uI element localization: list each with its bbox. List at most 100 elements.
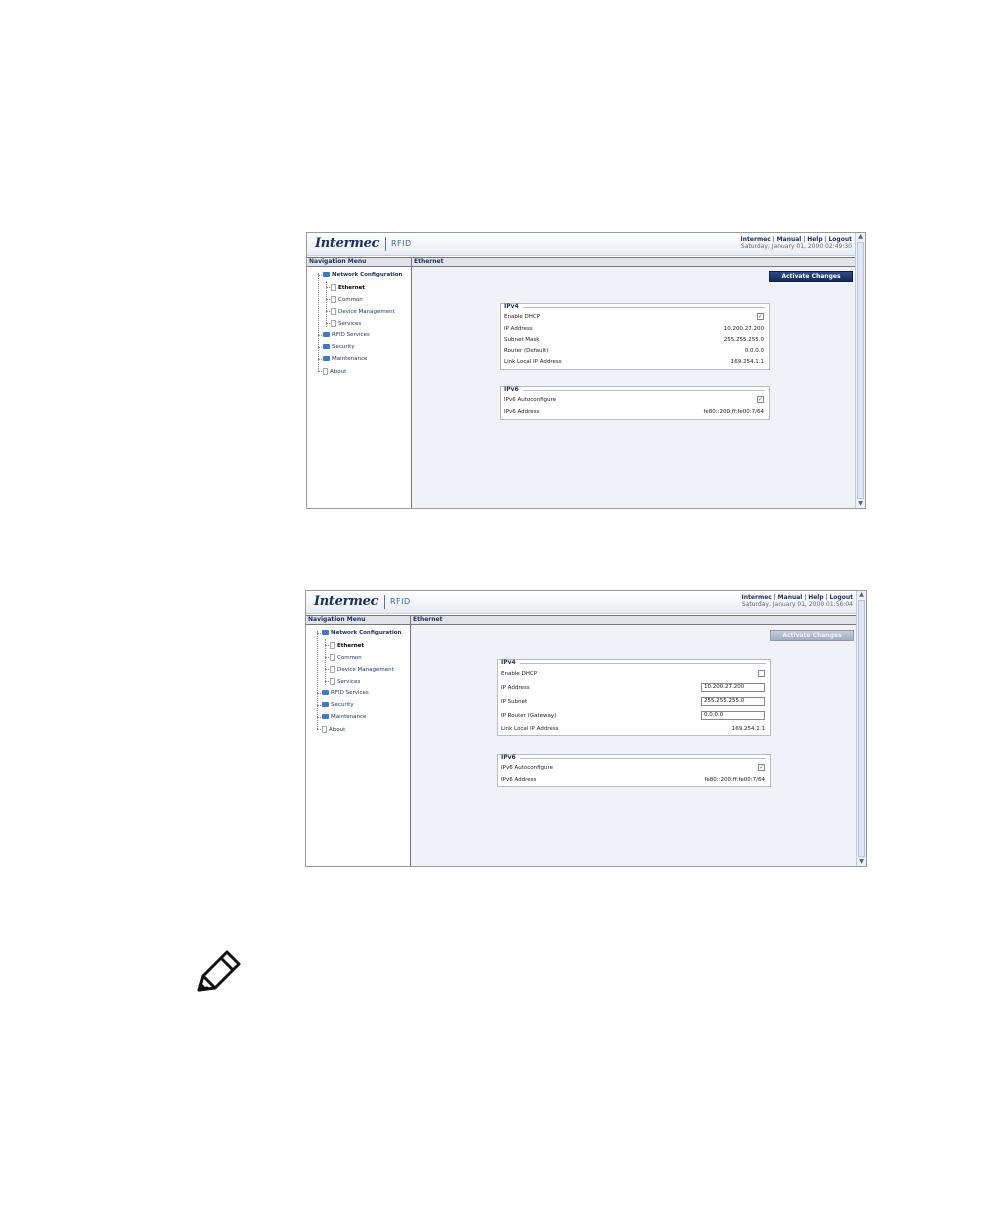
datetime-display: Saturday, January 01, 2000 02:49:30	[740, 243, 852, 250]
navigation-tree: Network Configuration Ethernet Common De…	[307, 267, 412, 508]
ip-router-field[interactable]: 0.0.0.0	[701, 711, 765, 720]
subnet-row: IP Subnet 255.255.255.0	[501, 697, 765, 706]
link-local-value: 169.254.1.1	[731, 726, 765, 732]
intermec-link[interactable]: Intermec	[741, 236, 771, 243]
ipv6-group: IPv6 IPv6 Autoconfigure ✓ IPv6 Address f…	[500, 386, 770, 420]
link-local-value: 169.254.1.1	[730, 359, 764, 365]
header-links: Intermec | Manual | Help | Logout Saturd…	[740, 236, 852, 250]
nav-item-ethernet[interactable]: Ethernet	[331, 284, 365, 292]
scroll-thumb[interactable]	[857, 242, 864, 499]
activate-changes-button[interactable]: Activate Changes	[770, 630, 854, 641]
app-header: Intermec RFID Intermec | Manual | Help |…	[306, 591, 857, 614]
enable-dhcp-checkbox[interactable]: ✓	[757, 313, 764, 320]
logout-link[interactable]: Logout	[829, 594, 853, 601]
nav-item-security[interactable]: Security	[322, 702, 354, 709]
ipv6-autoconfig-checkbox[interactable]: ✓	[758, 764, 765, 771]
vertical-scrollbar[interactable]: ▲ ▼	[855, 233, 865, 508]
vertical-scrollbar[interactable]: ▲ ▼	[856, 591, 866, 866]
scroll-up-icon[interactable]: ▲	[857, 591, 866, 599]
folder-icon	[322, 702, 329, 707]
intermec-logo: Intermec	[315, 236, 380, 251]
rfid-product-label: RFID	[391, 239, 412, 248]
navigation-tree: Network Configuration Ethernet Common De…	[306, 625, 411, 866]
router-value: 0.0.0.0	[744, 348, 764, 354]
ipv6-address-row: IPv6 Address fe80::200:ff:fe00:7/64	[504, 409, 764, 415]
pane-header-bar: Navigation Menu Ethernet	[306, 615, 857, 625]
ipv6-title: IPv6	[501, 754, 516, 761]
router-row: IP Router (Gateway) 0.0.0.0	[501, 711, 765, 720]
navigation-menu-heading: Navigation Menu	[308, 616, 366, 623]
subnet-value: 255.255.255.0	[723, 337, 764, 343]
router-row: Router (Default) 0.0.0.0	[504, 348, 764, 354]
ipv6-group: IPv6 IPv6 Autoconfigure ✓ IPv6 Address f…	[497, 754, 771, 787]
datetime-display: Saturday, January 01, 2000 01:56:04	[741, 601, 853, 608]
ipv6-address-value: fe80::200:ff:fe00:7/64	[703, 409, 764, 415]
enable-dhcp-row: Enable DHCP	[501, 670, 765, 678]
page-title: Ethernet	[414, 258, 444, 265]
ipv6-title: IPv6	[504, 386, 519, 393]
folder-icon	[323, 272, 330, 277]
ipv4-title: IPv4	[501, 659, 516, 666]
app-header: Intermec RFID Intermec | Manual | Help |…	[307, 233, 856, 256]
nav-item-rfid-services[interactable]: RFID Services	[323, 332, 370, 339]
folder-icon	[322, 630, 329, 635]
ip-subnet-field[interactable]: 255.255.255.0	[701, 697, 765, 706]
logo-divider	[385, 237, 386, 251]
ipv4-group: IPv4 Enable DHCP IP Address 10.200.27.20…	[497, 659, 771, 736]
ip-address-row: IP Address 10.200.27.200	[504, 326, 764, 332]
screenshot-dhcp-disabled: Intermec RFID Intermec | Manual | Help |…	[305, 590, 867, 867]
nav-item-common[interactable]: Common	[331, 296, 363, 304]
nav-item-network-configuration[interactable]: Network Configuration	[323, 272, 402, 279]
logo-divider	[384, 595, 385, 609]
ipv6-autoconfig-checkbox[interactable]: ✓	[757, 396, 764, 403]
folder-icon	[323, 344, 330, 349]
ipv6-address-value: fe80::200:ff:fe00:7/64	[704, 777, 765, 783]
scroll-down-icon[interactable]: ▼	[857, 858, 866, 866]
nav-item-device-management[interactable]: Device Management	[331, 308, 395, 316]
nav-item-security[interactable]: Security	[323, 344, 355, 351]
ip-address-field[interactable]: 10.200.27.200	[701, 683, 765, 692]
manual-link[interactable]: Manual	[777, 236, 802, 243]
folder-icon	[322, 714, 329, 719]
ip-address-row: IP Address 10.200.27.200	[501, 683, 765, 692]
rfid-product-label: RFID	[390, 597, 411, 606]
nav-item-services[interactable]: Services	[331, 320, 361, 328]
activate-changes-button[interactable]: Activate Changes	[769, 271, 853, 282]
nav-item-device-management[interactable]: Device Management	[330, 666, 394, 674]
help-link[interactable]: Help	[808, 594, 823, 601]
intermec-logo: Intermec	[314, 594, 379, 609]
nav-item-about[interactable]: About	[323, 368, 346, 376]
ipv4-group: IPv4 Enable DHCP ✓ IP Address 10.200.27.…	[500, 303, 770, 370]
page-title: Ethernet	[413, 616, 443, 623]
help-link[interactable]: Help	[807, 236, 822, 243]
nav-item-rfid-services[interactable]: RFID Services	[322, 690, 369, 697]
logout-link[interactable]: Logout	[828, 236, 852, 243]
manual-link[interactable]: Manual	[778, 594, 803, 601]
nav-item-maintenance[interactable]: Maintenance	[322, 714, 366, 721]
scroll-up-icon[interactable]: ▲	[856, 233, 865, 241]
page-icon	[322, 726, 327, 733]
scroll-down-icon[interactable]: ▼	[856, 500, 865, 508]
nav-item-services[interactable]: Services	[330, 678, 360, 686]
screenshot-dhcp-enabled: Intermec RFID Intermec | Manual | Help |…	[306, 232, 866, 509]
page-icon	[323, 368, 328, 375]
scroll-thumb[interactable]	[858, 600, 865, 857]
page-icon	[331, 308, 336, 315]
pane-header-bar: Navigation Menu Ethernet	[307, 257, 856, 267]
header-links: Intermec | Manual | Help | Logout Saturd…	[741, 594, 853, 608]
ip-address-value: 10.200.27.200	[723, 326, 764, 332]
nav-item-network-configuration[interactable]: Network Configuration	[322, 630, 401, 637]
intermec-link[interactable]: Intermec	[742, 594, 772, 601]
folder-icon	[323, 356, 330, 361]
folder-icon	[323, 332, 330, 337]
nav-item-common[interactable]: Common	[330, 654, 362, 662]
page-icon	[331, 296, 336, 303]
main-content: Activate Changes IPv4 Enable DHCP IP Add…	[411, 625, 857, 866]
subnet-row: Subnet Mask 255.255.255.0	[504, 337, 764, 343]
pencil-icon	[197, 950, 241, 992]
nav-item-maintenance[interactable]: Maintenance	[323, 356, 367, 363]
nav-item-about[interactable]: About	[322, 726, 345, 734]
nav-item-ethernet[interactable]: Ethernet	[330, 642, 364, 650]
page-icon	[330, 666, 335, 673]
enable-dhcp-checkbox[interactable]	[758, 670, 765, 677]
